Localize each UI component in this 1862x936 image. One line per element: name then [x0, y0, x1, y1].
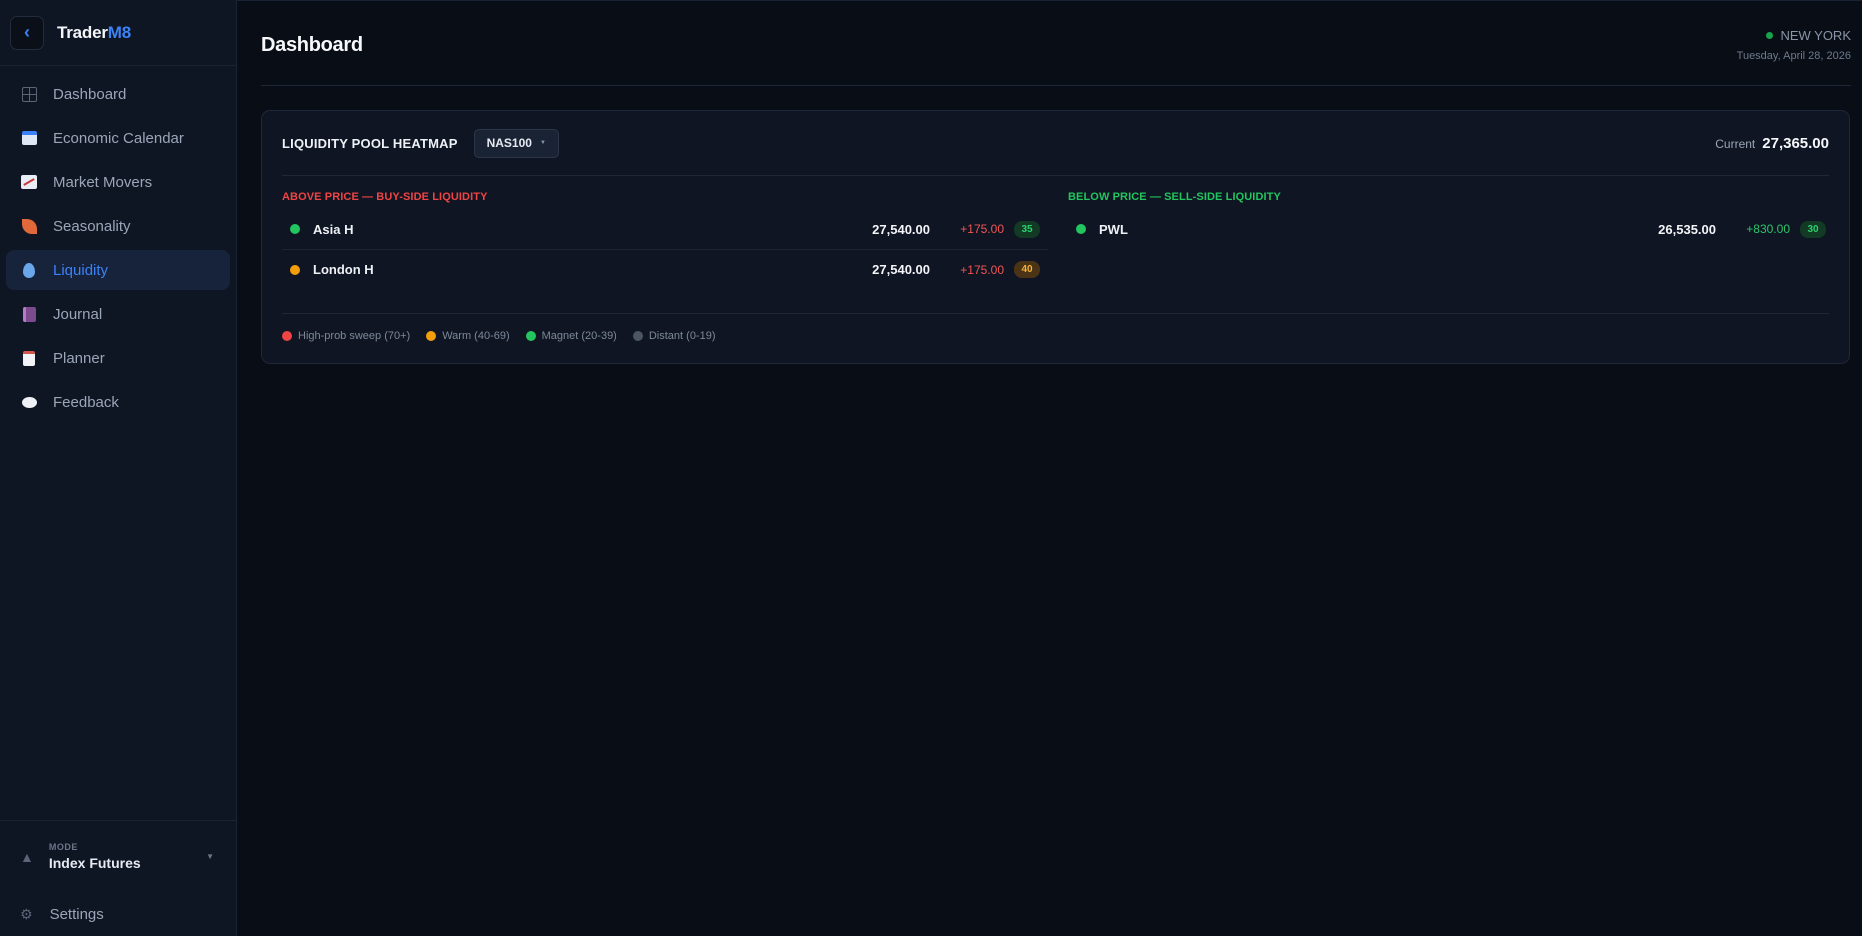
legend-dot: [525, 331, 536, 341]
current-date: Tuesday, April 28, 2026: [1736, 50, 1851, 62]
main-content: Dashboard NEW YORK Tuesday, April 28, 20…: [237, 0, 1862, 936]
legend-divider: [282, 313, 1829, 314]
legend-item-distant: Distant (0-19): [632, 330, 716, 342]
gear-icon: ⚙: [20, 905, 33, 922]
header-divider: [261, 85, 1851, 86]
pool-distance: +830.00: [1746, 222, 1790, 236]
sidebar-item-liquidity[interactable]: Liquidity: [6, 250, 230, 290]
calendar-icon: [20, 129, 38, 147]
droplet-icon: [20, 261, 38, 279]
legend-item-high-prob: High-prob sweep (70+): [282, 330, 410, 342]
sidebar-item-planner[interactable]: Planner: [6, 338, 230, 378]
logo-text-main: Trader: [57, 22, 108, 42]
legend-dot: [282, 331, 292, 341]
pool-distance: +175.00: [960, 222, 1004, 236]
sidebar-item-label: Planner: [53, 349, 105, 367]
sell-side-heading: BELOW PRICE — SELL-SIDE LIQUIDITY: [1068, 191, 1281, 203]
legend-dot: [632, 331, 643, 341]
sidebar-item-dashboard[interactable]: Dashboard: [6, 74, 230, 114]
grid-icon: [20, 85, 38, 103]
pool-status-dot: [290, 224, 300, 234]
pool-status-dot: [1076, 224, 1086, 234]
pool-score-badge: 30: [1800, 220, 1826, 238]
leaf-icon: [20, 217, 38, 235]
status-dot-icon: [1766, 32, 1774, 39]
buy-side-heading: ABOVE PRICE — BUY-SIDE LIQUIDITY: [282, 191, 488, 203]
sidebar: ‹ TraderM8 Dashboard Economic Calendar M…: [0, 0, 237, 936]
mode-selector[interactable]: ▲ MODE Index Futures ▼: [0, 820, 236, 892]
sidebar-item-label: Journal: [53, 305, 103, 323]
legend-label: Magnet (20-39): [541, 330, 617, 342]
mode-value: Index Futures: [48, 855, 141, 871]
chevron-down-icon: ▼: [539, 140, 546, 146]
panel-title: LIQUIDITY POOL HEATMAP: [282, 135, 458, 151]
pool-row[interactable]: London H 27,540.00 +175.00 40: [282, 249, 1048, 289]
chart-icon: [20, 173, 38, 191]
sidebar-item-label: Seasonality: [53, 217, 131, 235]
sidebar-item-journal[interactable]: Journal: [6, 294, 230, 334]
pool-price: 27,540.00: [872, 262, 930, 277]
book-icon: [20, 305, 38, 323]
current-price-label: Current: [1715, 136, 1756, 151]
sidebar-item-seasonality[interactable]: Seasonality: [6, 206, 230, 246]
notepad-icon: [20, 349, 38, 367]
pool-name: Asia H: [313, 221, 354, 237]
pool-distance: +175.00: [960, 262, 1004, 277]
sidebar-item-market-movers[interactable]: Market Movers: [6, 162, 230, 202]
panel-header: LIQUIDITY POOL HEATMAP NAS100 ▼ Current …: [282, 111, 1829, 176]
sidebar-item-feedback[interactable]: Feedback: [6, 382, 230, 422]
legend-label: Warm (40-69): [442, 330, 510, 342]
pool-row[interactable]: Asia H 27,540.00 +175.00 35: [282, 209, 1048, 249]
app-logo: TraderM8: [57, 23, 131, 43]
mode-label: MODE: [48, 842, 78, 852]
legend-label: Distant (0-19): [648, 330, 716, 342]
chevron-left-icon: ‹: [24, 22, 30, 42]
sidebar-item-label: Economic Calendar: [53, 129, 184, 147]
collapse-sidebar-button[interactable]: ‹: [10, 15, 44, 50]
sidebar-item-settings[interactable]: ⚙ Settings: [0, 892, 236, 936]
legend-label: High-prob sweep (70+): [298, 330, 411, 342]
chevron-down-icon: ▼: [206, 852, 214, 861]
market-clock: NEW YORK Tuesday, April 28, 2026: [1737, 28, 1851, 62]
sidebar-item-economic-calendar[interactable]: Economic Calendar: [6, 118, 230, 158]
pool-score-badge: 40: [1014, 261, 1040, 278]
heatmap-legend: High-prob sweep (70+) Warm (40-69) Magne…: [282, 330, 732, 342]
liquidity-heatmap-panel: LIQUIDITY POOL HEATMAP NAS100 ▼ Current …: [261, 110, 1850, 364]
pool-score-badge: 35: [1014, 220, 1040, 238]
logo-text-accent: M8: [107, 22, 131, 42]
buy-side-column: ABOVE PRICE — BUY-SIDE LIQUIDITY Asia H …: [282, 191, 1048, 289]
sidebar-item-label: Feedback: [53, 393, 119, 411]
sidebar-item-label: Market Movers: [53, 173, 153, 191]
sell-side-column: BELOW PRICE — SELL-SIDE LIQUIDITY PWL 26…: [1068, 191, 1834, 249]
settings-label: Settings: [49, 905, 104, 923]
speech-bubble-icon: [20, 393, 38, 411]
sidebar-item-label: Dashboard: [53, 85, 127, 103]
legend-dot: [426, 331, 437, 341]
sidebar-item-label: Liquidity: [53, 261, 109, 279]
current-price: Current 27,365.00: [1715, 135, 1829, 152]
symbol-value: NAS100: [486, 136, 532, 150]
pool-price: 27,540.00: [872, 221, 930, 237]
pool-name: London H: [313, 262, 374, 277]
market-city: NEW YORK: [1737, 28, 1851, 43]
brand-bar: ‹ TraderM8: [0, 0, 236, 66]
legend-item-magnet: Magnet (20-39): [525, 330, 617, 342]
triangle-icon: ▲: [20, 848, 34, 865]
sidebar-nav: Dashboard Economic Calendar Market Mover…: [0, 66, 236, 426]
symbol-select[interactable]: NAS100 ▼: [473, 128, 559, 158]
pool-row[interactable]: PWL 26,535.00 +830.00 30: [1068, 209, 1834, 249]
page-title: Dashboard: [261, 34, 363, 56]
legend-item-warm: Warm (40-69): [426, 330, 510, 342]
city-label: NEW YORK: [1780, 28, 1851, 43]
pool-name: PWL: [1099, 221, 1128, 237]
pool-price: 26,535.00: [1658, 221, 1716, 237]
sidebar-footer: ▲ MODE Index Futures ▼ ⚙ Settings: [0, 820, 236, 936]
pool-status-dot: [290, 264, 300, 275]
current-price-value: 27,365.00: [1762, 134, 1829, 152]
